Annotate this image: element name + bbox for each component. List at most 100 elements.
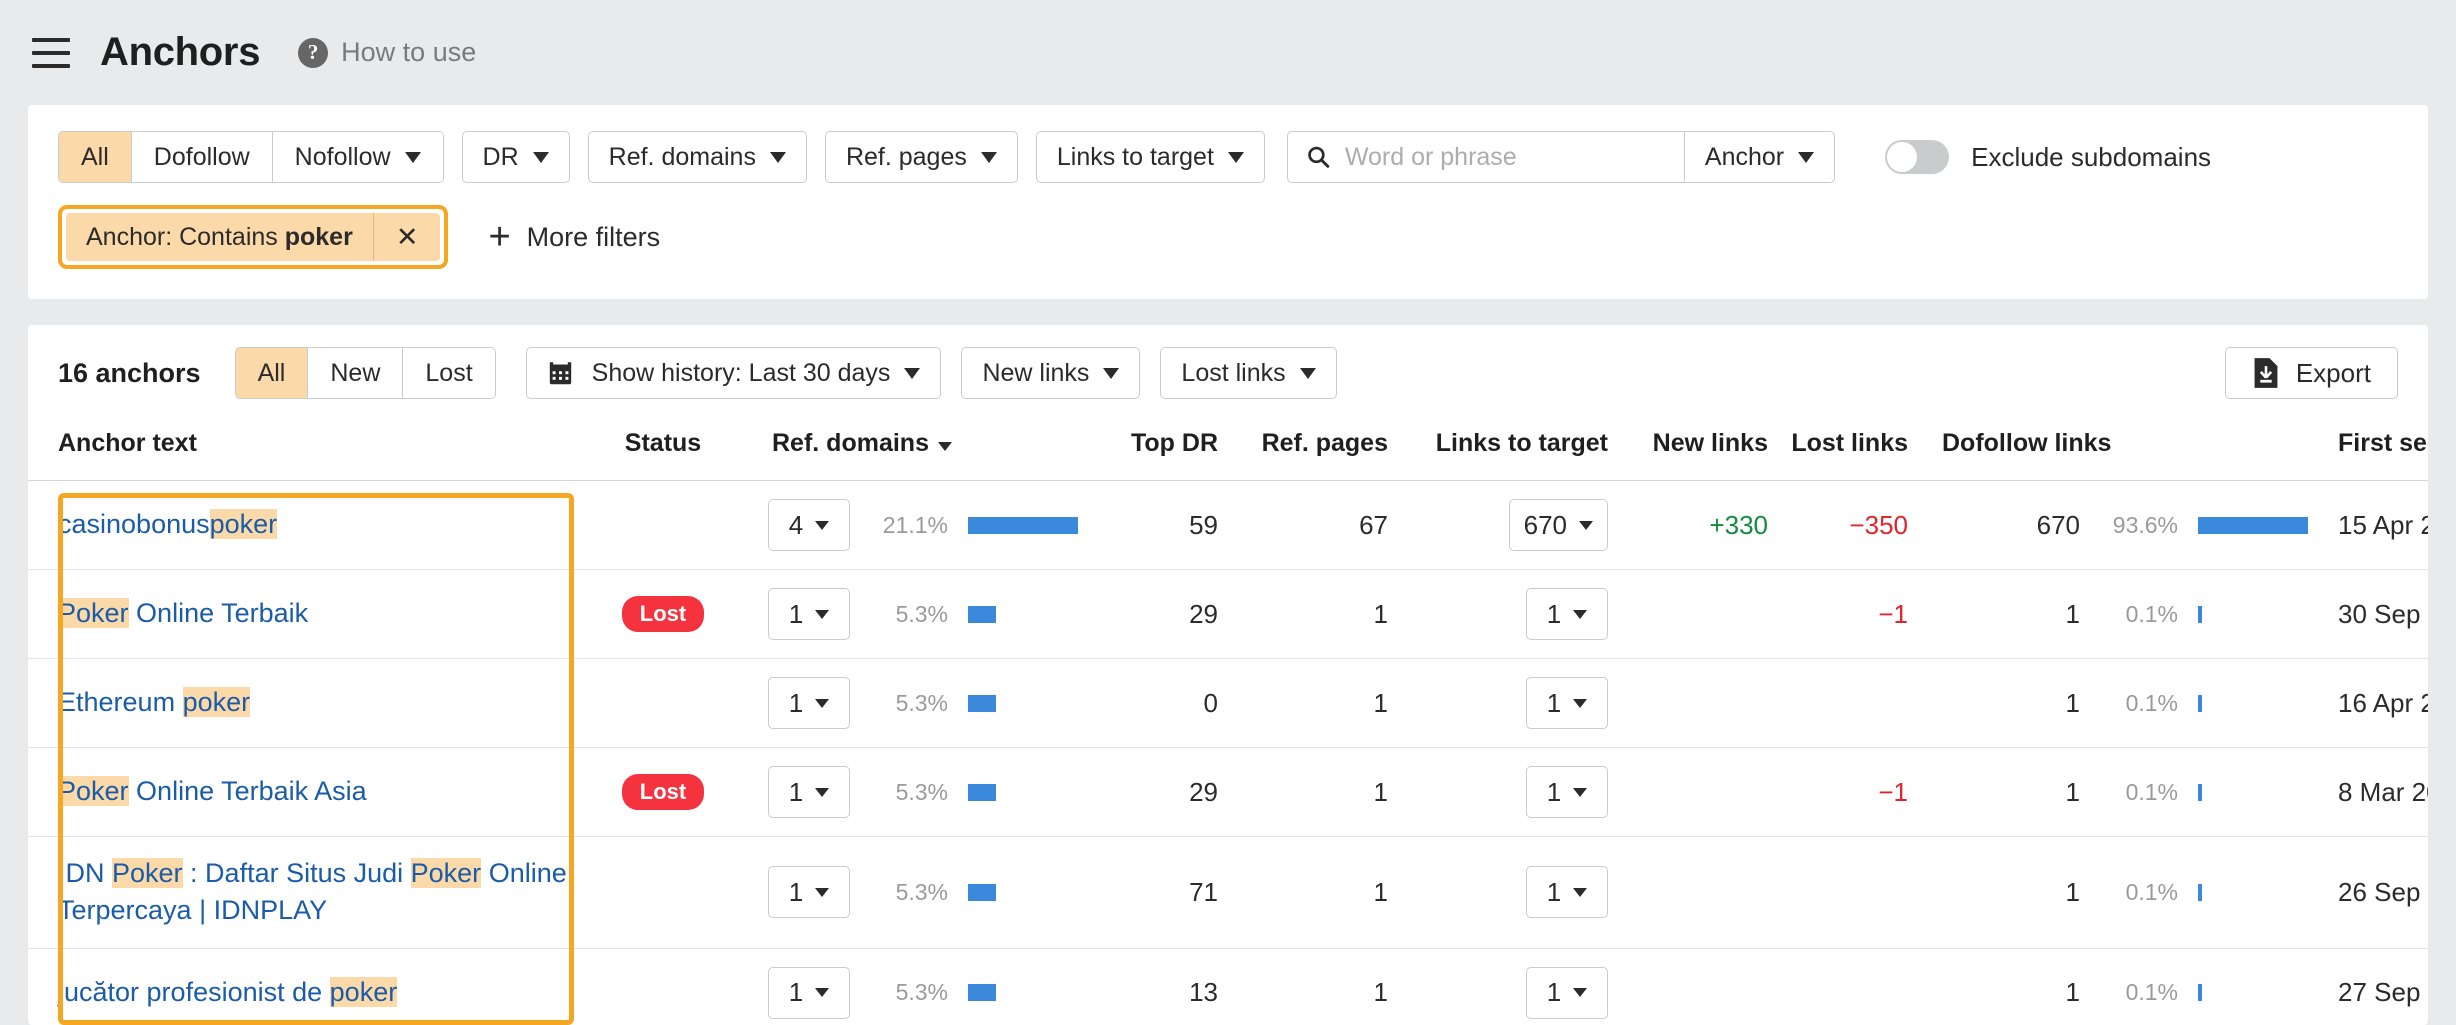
col-lost-links[interactable]: Lost links xyxy=(1768,419,1908,481)
state-all-label: All xyxy=(258,359,286,388)
close-icon[interactable]: ✕ xyxy=(373,213,441,261)
cell-status xyxy=(588,481,738,570)
filter-links-to-target-dropdown[interactable]: Links to target xyxy=(1036,131,1265,183)
chevron-down-icon xyxy=(770,152,786,163)
filter-all-label: All xyxy=(81,143,109,172)
chevron-down-icon xyxy=(1103,368,1119,379)
active-filter-prefix: Anchor: Contains xyxy=(86,223,285,251)
active-filters-row: Anchor: Contains poker ✕ + More filters xyxy=(58,205,2398,269)
search-box[interactable] xyxy=(1287,131,1685,183)
cell-dofollow-links: 10.1% xyxy=(1908,948,2308,1025)
filter-dofollow-button[interactable]: Dofollow xyxy=(132,132,273,182)
chevron-down-icon xyxy=(815,788,829,797)
export-button[interactable]: Export xyxy=(2225,347,2398,399)
filter-nofollow-label: Nofollow xyxy=(295,143,391,172)
cell-dofollow-links: 10.1% xyxy=(1908,570,2308,659)
search-input[interactable] xyxy=(1345,143,1666,172)
chevron-down-icon xyxy=(1573,888,1587,897)
export-label: Export xyxy=(2296,358,2371,389)
links-to-target-select[interactable]: 1 xyxy=(1526,866,1608,918)
col-new-links[interactable]: New links xyxy=(1608,419,1768,481)
toggle-switch[interactable] xyxy=(1885,140,1949,174)
filter-dr-label: DR xyxy=(483,143,519,172)
status-badge: Lost xyxy=(622,596,704,632)
anchor-plain: casinobonus xyxy=(58,509,210,539)
ref-domains-bar xyxy=(968,695,996,712)
cell-new-links xyxy=(1608,570,1768,659)
cell-top-dr: 29 xyxy=(1078,748,1218,837)
col-top-dr[interactable]: Top DR xyxy=(1078,419,1218,481)
active-filter-chip[interactable]: Anchor: Contains poker ✕ xyxy=(66,213,440,261)
chevron-down-icon xyxy=(1579,521,1593,530)
show-history-dropdown[interactable]: Show history: Last 30 days xyxy=(526,347,942,399)
cell-first-seen: 8 Mar 2021 xyxy=(2308,748,2428,837)
ref-domains-select[interactable]: 1 xyxy=(768,967,850,1019)
filter-dr-dropdown[interactable]: DR xyxy=(462,131,570,183)
state-new-button[interactable]: New xyxy=(308,348,403,398)
links-to-target-select[interactable]: 1 xyxy=(1526,766,1608,818)
table-row: Poker Online TerbaikLost15.3%2911−110.1%… xyxy=(28,570,2428,659)
ref-domains-select[interactable]: 1 xyxy=(768,766,850,818)
ref-domains-percent: 5.3% xyxy=(870,601,948,628)
state-lost-button[interactable]: Lost xyxy=(403,348,494,398)
chevron-down-icon xyxy=(1798,152,1814,163)
cell-links-to-target: 1 xyxy=(1388,570,1608,659)
anchor-highlight: Poker xyxy=(112,858,183,888)
table-header-row: Anchor text Status Ref. domains Top DR R… xyxy=(28,419,2428,481)
anchor-text-link[interactable]: IDN Poker : Daftar Situs Judi Poker Onli… xyxy=(58,858,567,925)
dofollow-bar xyxy=(2198,517,2308,534)
links-to-target-select[interactable]: 670 xyxy=(1509,499,1608,551)
ref-domains-percent: 21.1% xyxy=(870,512,948,539)
links-to-target-select[interactable]: 1 xyxy=(1526,967,1608,1019)
search-icon xyxy=(1306,141,1331,173)
anchor-text-link[interactable]: jucător profesionist de poker xyxy=(58,977,397,1007)
cell-status xyxy=(588,659,738,748)
filter-nofollow-button[interactable]: Nofollow xyxy=(273,132,443,182)
chevron-down-icon xyxy=(1573,988,1587,997)
anchor-highlight: poker xyxy=(183,687,251,717)
more-filters-button[interactable]: + More filters xyxy=(488,222,660,253)
dofollow-percent: 0.1% xyxy=(2100,690,2178,717)
exclude-subdomains-toggle[interactable]: Exclude subdomains xyxy=(1885,140,2211,174)
new-links-dropdown[interactable]: New links xyxy=(961,347,1140,399)
filter-ref-domains-dropdown[interactable]: Ref. domains xyxy=(588,131,807,183)
filter-all-button[interactable]: All xyxy=(59,132,132,182)
links-to-target-select[interactable]: 1 xyxy=(1526,677,1608,729)
links-to-target-select[interactable]: 1 xyxy=(1526,588,1608,640)
cell-new-links xyxy=(1608,837,1768,949)
col-first-seen[interactable]: First seen xyxy=(2308,419,2428,481)
ref-domains-select[interactable]: 4 xyxy=(768,499,850,551)
chevron-down-icon xyxy=(405,152,421,163)
status-badge: Lost xyxy=(622,774,704,810)
anchor-text-link[interactable]: casinobonuspoker xyxy=(58,509,277,539)
col-ref-domains[interactable]: Ref. domains xyxy=(738,419,1078,481)
col-dofollow-links[interactable]: Dofollow links xyxy=(1908,419,2308,481)
ref-domains-bar xyxy=(968,606,996,623)
col-links-to-target[interactable]: Links to target xyxy=(1388,419,1608,481)
dofollow-percent: 0.1% xyxy=(2100,879,2178,906)
col-ref-domains-label: Ref. domains xyxy=(772,429,929,457)
col-status[interactable]: Status xyxy=(588,419,738,481)
anchor-text-link[interactable]: Ethereum poker xyxy=(58,687,250,717)
ref-domains-select[interactable]: 1 xyxy=(768,588,850,640)
state-lost-label: Lost xyxy=(425,359,472,388)
anchor-text-link[interactable]: Poker Online Terbaik Asia xyxy=(58,776,367,806)
ref-domains-select[interactable]: 1 xyxy=(768,866,850,918)
search-group: Anchor xyxy=(1287,131,1835,183)
ref-domains-select[interactable]: 1 xyxy=(768,677,850,729)
cell-new-links xyxy=(1608,659,1768,748)
ref-domains-bar xyxy=(968,984,996,1001)
table-header: Anchor text Status Ref. domains Top DR R… xyxy=(28,419,2428,481)
cell-first-seen: 26 Sep 2022 xyxy=(2308,837,2428,949)
anchor-text-link[interactable]: Poker Online Terbaik xyxy=(58,598,308,628)
dofollow-value: 1 xyxy=(2066,599,2080,630)
col-ref-pages[interactable]: Ref. pages xyxy=(1218,419,1388,481)
hamburger-icon[interactable] xyxy=(32,38,70,68)
col-anchor-text[interactable]: Anchor text xyxy=(28,419,588,481)
state-all-button[interactable]: All xyxy=(236,348,309,398)
search-scope-select[interactable]: Anchor xyxy=(1685,131,1835,183)
filter-ref-pages-dropdown[interactable]: Ref. pages xyxy=(825,131,1018,183)
how-to-use-link[interactable]: ? How to use xyxy=(298,37,476,68)
lost-links-dropdown[interactable]: Lost links xyxy=(1160,347,1336,399)
dofollow-bar-track xyxy=(2198,695,2308,712)
